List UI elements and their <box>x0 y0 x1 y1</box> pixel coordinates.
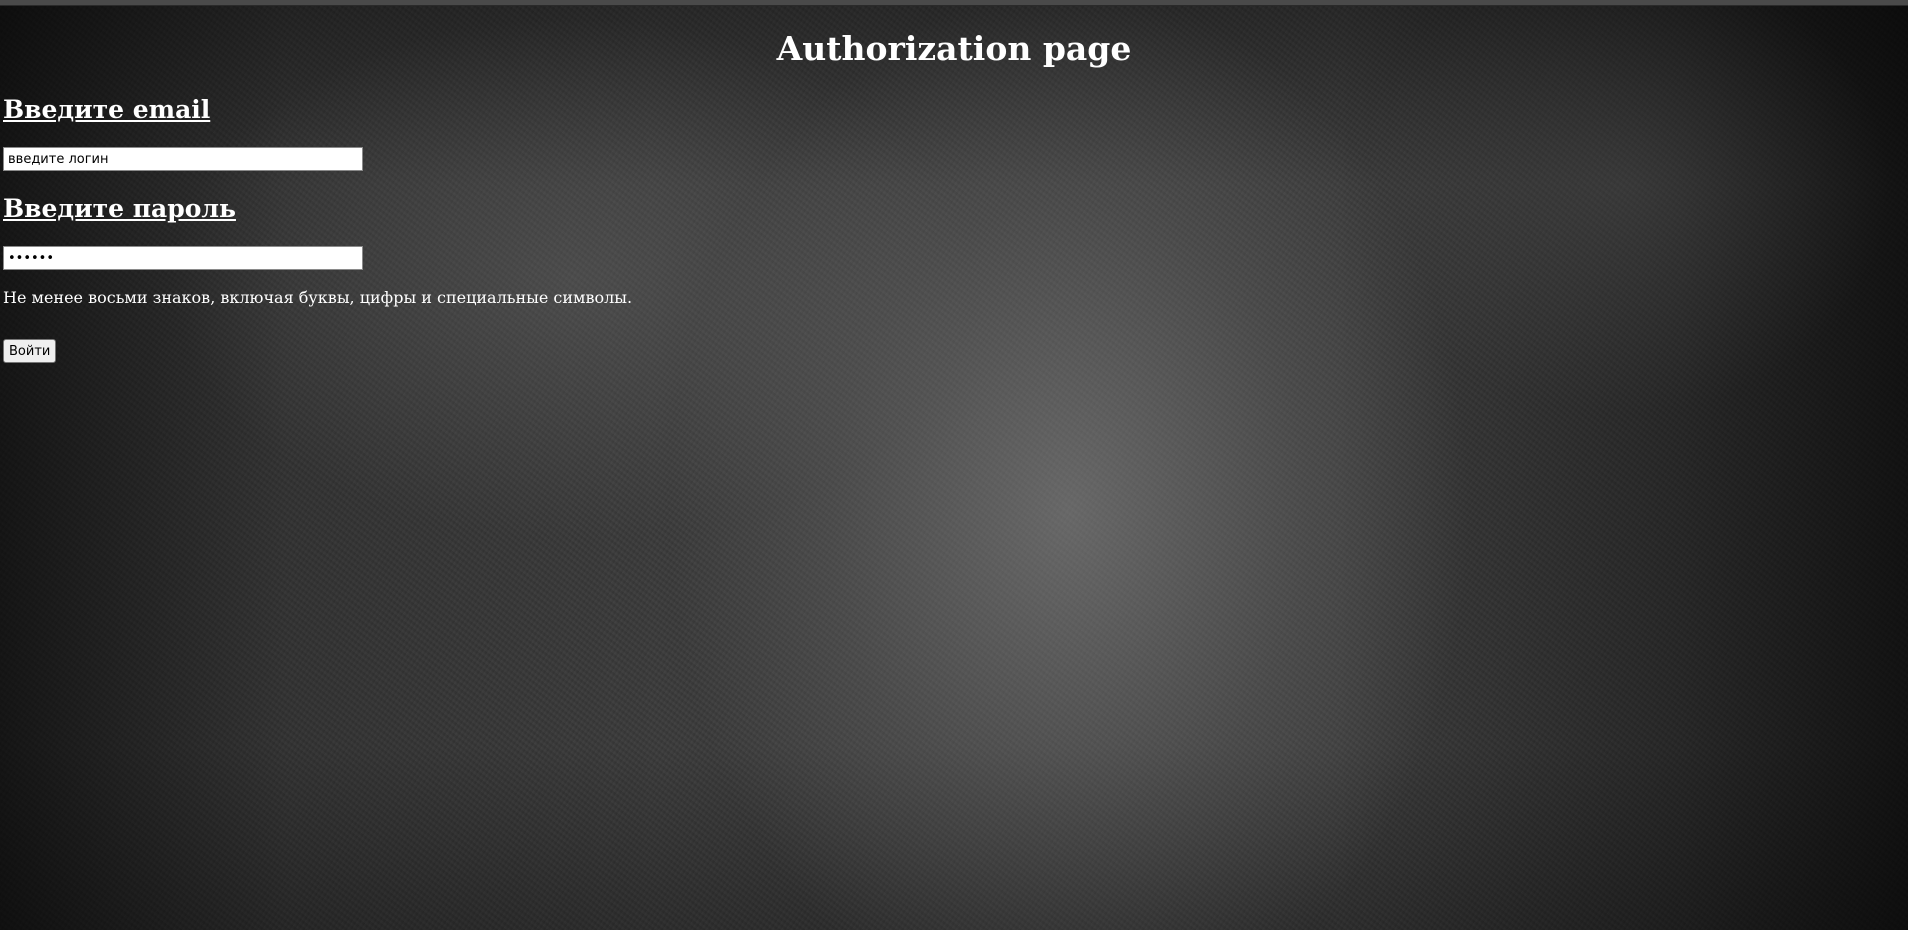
email-input[interactable] <box>3 147 363 171</box>
password-input[interactable] <box>3 246 363 270</box>
top-strip <box>0 0 1908 6</box>
password-hint: Не менее восьми знаков, включая буквы, ц… <box>3 288 633 307</box>
page-title: Authorization page <box>776 29 1132 68</box>
password-label: Введите пароль <box>3 194 236 223</box>
email-label: Введите email <box>3 95 211 124</box>
login-button[interactable]: Войти <box>3 339 57 363</box>
